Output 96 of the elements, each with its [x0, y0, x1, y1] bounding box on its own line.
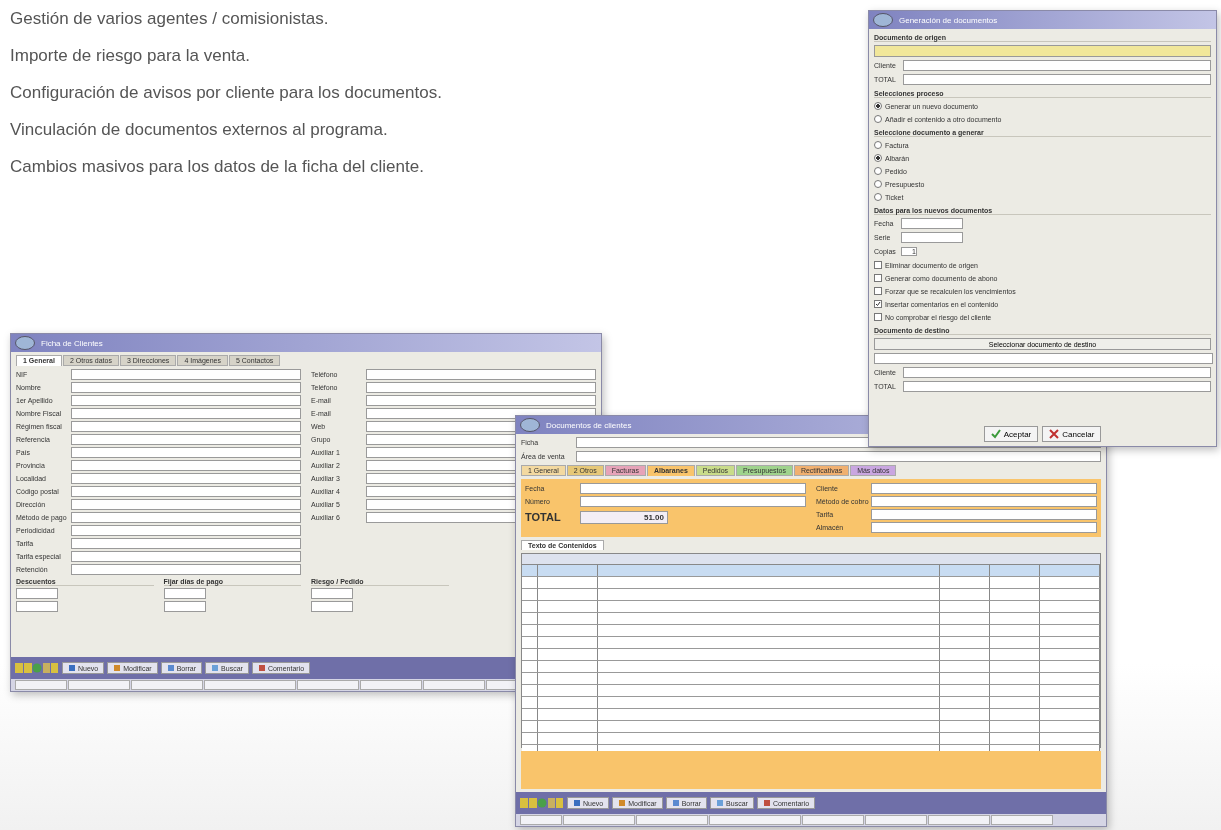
input-field[interactable] — [71, 486, 301, 497]
checkbox[interactable] — [874, 274, 882, 282]
input-field[interactable] — [71, 473, 301, 484]
cancel-button[interactable]: Cancelar — [1042, 426, 1102, 442]
navigation-icons[interactable] — [520, 797, 564, 809]
radio-button[interactable] — [874, 102, 882, 110]
input-field[interactable] — [71, 434, 301, 445]
table-row[interactable] — [522, 733, 1100, 745]
toolbar-icon — [618, 799, 627, 807]
input-field[interactable] — [71, 421, 301, 432]
table-row[interactable] — [522, 589, 1100, 601]
checkbox[interactable] — [874, 300, 882, 308]
input-field[interactable] — [71, 525, 301, 536]
input-field[interactable] — [580, 496, 806, 507]
input-field[interactable] — [71, 408, 301, 419]
input-field[interactable] — [903, 60, 1211, 71]
input-field[interactable] — [576, 451, 1101, 462]
total-label: TOTAL — [525, 511, 562, 523]
input-field[interactable] — [71, 447, 301, 458]
input-field[interactable] — [311, 588, 353, 599]
checkbox[interactable] — [874, 313, 882, 321]
table-row[interactable] — [522, 625, 1100, 637]
input-field[interactable] — [71, 564, 301, 575]
input-field[interactable] — [71, 369, 301, 380]
toolbar-icon — [257, 664, 266, 672]
table-row[interactable] — [522, 637, 1100, 649]
input-field[interactable] — [874, 353, 1213, 364]
table-row[interactable] — [522, 709, 1100, 721]
app-logo-icon — [520, 418, 540, 432]
toolbar-icon — [68, 664, 76, 672]
toolbar-icon — [716, 799, 725, 807]
checkbox[interactable] — [874, 261, 882, 269]
feature-text: Cambios masivos para los datos de la ficha del cliente. — [10, 156, 425, 177]
input-field[interactable] — [871, 483, 1097, 494]
accept-button[interactable]: Aceptar — [983, 426, 1039, 442]
table-row[interactable] — [522, 673, 1100, 685]
window-title: Documentos de clientes — [546, 420, 632, 430]
input-field[interactable] — [366, 395, 596, 406]
check-icon — [990, 429, 1001, 439]
input-field[interactable] — [580, 483, 806, 494]
input-field[interactable] — [366, 369, 596, 380]
input-field[interactable] — [871, 522, 1097, 533]
dialog-title: Generación de documentos — [899, 15, 998, 25]
app-logo-icon — [15, 336, 35, 350]
input-field[interactable] — [903, 367, 1211, 378]
input-field[interactable] — [16, 601, 58, 612]
input-field[interactable] — [901, 218, 963, 229]
input-field[interactable] — [71, 551, 301, 562]
radio-button[interactable] — [874, 141, 882, 149]
checkbox[interactable] — [874, 287, 882, 295]
input-field[interactable] — [163, 601, 206, 612]
toolbar-icon — [211, 664, 220, 672]
input-field[interactable] — [71, 499, 301, 510]
feature-text: Configuración de avisos por cliente para los documentos. — [10, 82, 442, 103]
table-row[interactable] — [522, 661, 1100, 673]
table-row[interactable] — [522, 613, 1100, 625]
input-field[interactable] — [71, 460, 301, 471]
table-row[interactable] — [522, 697, 1100, 709]
table-row[interactable] — [522, 685, 1100, 697]
input-field[interactable] — [163, 588, 206, 599]
input-field[interactable] — [366, 382, 596, 393]
input-field[interactable] — [16, 588, 58, 599]
radio-button[interactable] — [874, 115, 882, 123]
total-value: 51.00 — [580, 510, 668, 524]
input-field[interactable] — [903, 74, 1211, 85]
input-field[interactable] — [871, 509, 1097, 520]
table-row[interactable] — [522, 649, 1100, 661]
cross-icon — [1049, 429, 1060, 439]
input-field[interactable] — [311, 601, 353, 612]
window-title: Ficha de Clientes — [41, 338, 103, 348]
input-field[interactable] — [901, 232, 963, 243]
table-row[interactable] — [522, 601, 1100, 613]
radio-button[interactable] — [874, 193, 882, 201]
radio-button[interactable] — [874, 154, 882, 162]
toolbar-icon — [671, 799, 680, 807]
table-row[interactable] — [522, 565, 1100, 577]
feature-text: Vinculación de documentos externos al programa. — [10, 119, 389, 140]
feature-text: Importe de riesgo para la venta. — [10, 45, 252, 66]
source-document-field[interactable] — [874, 45, 1211, 57]
table-row[interactable] — [522, 577, 1100, 589]
input-field[interactable] — [71, 395, 301, 406]
toolbar-icon — [573, 799, 581, 807]
app-logo-icon — [873, 13, 893, 27]
input-field[interactable] — [871, 496, 1097, 507]
input-field[interactable] — [903, 381, 1211, 392]
input-field[interactable] — [71, 538, 301, 549]
toolbar-icon — [166, 664, 175, 672]
input-field[interactable] — [71, 512, 301, 523]
radio-button[interactable] — [874, 167, 882, 175]
toolbar-icon — [762, 799, 771, 807]
feature-text: Gestión de varios agentes / comisionistas. — [10, 8, 330, 29]
radio-button[interactable] — [874, 180, 882, 188]
navigation-icons[interactable] — [15, 662, 59, 674]
toolbar-icon — [113, 664, 122, 672]
table-row[interactable] — [522, 721, 1100, 733]
input-field[interactable] — [71, 382, 301, 393]
